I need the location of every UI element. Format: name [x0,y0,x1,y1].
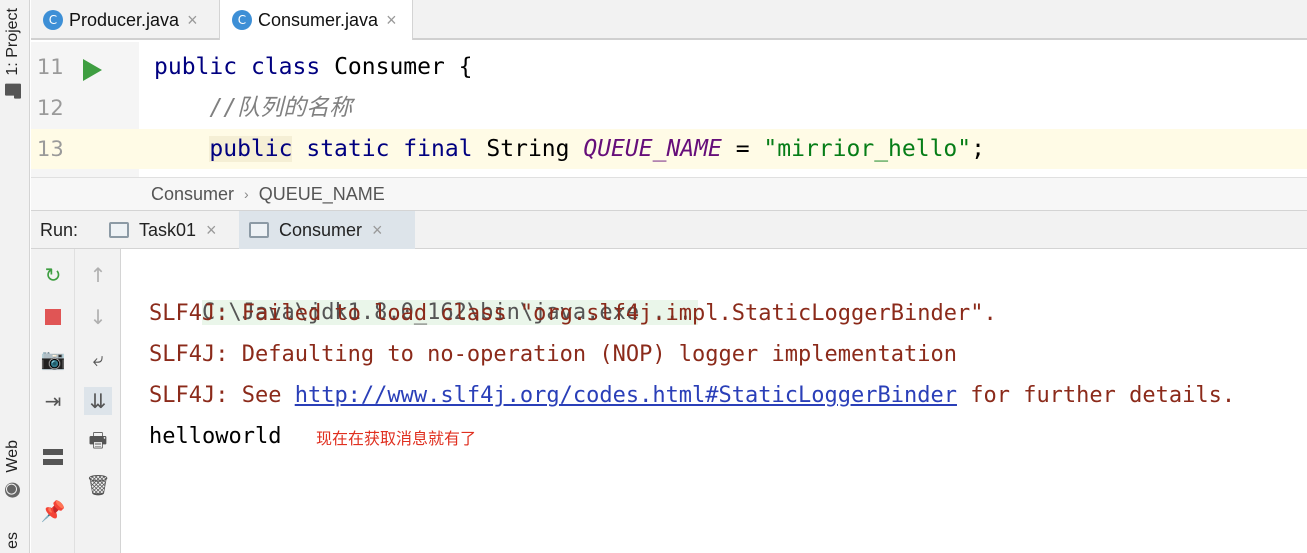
project-tool-tab[interactable]: 1: Project [4,8,22,102]
type-name: String [486,136,570,162]
exit-icon[interactable]: ⇥ [41,389,65,413]
layout-icon[interactable] [41,445,65,469]
line-number: 13 [37,137,64,161]
trash-icon[interactable]: 🗑 [85,473,110,497]
breadcrumb-field[interactable]: QUEUE_NAME [259,184,385,205]
comment: //队列的名称 [209,95,353,121]
keyword: class [250,54,321,80]
code-text: public static final String QUEUE_NAME = … [154,129,985,169]
code-text: public class Consumer { [154,47,473,87]
soft-wrap-icon[interactable]: ⤶ [86,347,110,371]
run-tab-consumer[interactable]: Consumer × [239,211,415,249]
keyword: public [154,54,238,80]
console-line: SLF4J: See http://www.slf4j.org/codes.ht… [149,376,1235,416]
keyword: public [209,136,293,162]
partial-tab-label: es [4,532,21,549]
scroll-to-end-icon[interactable]: ⇊ [84,387,112,415]
globe-icon [5,482,21,498]
run-gutter-icon[interactable] [83,59,102,81]
java-class-icon: C [43,10,63,30]
chevron-right-icon: › [244,186,249,202]
web-tool-tab[interactable]: Web [4,440,22,498]
left-tool-strip: 1: Project Web es [0,0,30,553]
constant-name: QUEUE_NAME [583,136,722,162]
code-line-current[interactable]: 13 public static final String QUEUE_NAME… [31,129,1307,169]
close-icon[interactable]: × [206,220,217,241]
code-line[interactable]: 11 public class Consumer { [31,47,1307,87]
slf4j-link[interactable]: http://www.slf4j.org/codes.html#StaticLo… [295,383,957,408]
close-icon[interactable]: × [386,10,397,31]
breadcrumb-class[interactable]: Consumer [151,184,234,205]
code-editor[interactable]: 11 public class Consumer { 12 //队列的名称 13… [31,42,1307,177]
web-tab-label: Web [4,440,21,473]
down-arrow-icon[interactable]: ↓ [86,305,110,329]
up-arrow-icon[interactable]: ↑ [86,263,110,287]
breadcrumb: Consumer › QUEUE_NAME [31,177,1307,211]
folder-icon [5,83,21,96]
console-output-line: helloworld [149,424,282,449]
console-output[interactable]: C:\Java\jdk1.8.0_162\bin\java.exe ... SL… [122,249,1307,553]
tab-producer-java[interactable]: C Producer.java × [31,0,211,40]
run-label: Run: [40,220,79,240]
tab-label: Consumer.java [258,9,379,30]
run-tab-task01[interactable]: Task01 × [99,211,231,249]
console-line: SLF4J: Failed to load class "org.slf4j.i… [149,301,997,326]
console-line: SLF4J: Defaulting to no-operation (NOP) … [149,342,957,367]
console-text: SLF4J: See [149,383,295,408]
stop-icon[interactable] [41,305,65,329]
keyword: final [403,136,473,162]
run-toolbar-secondary: ↑ ↓ ⤶ ⇊ 🖶 🗑 [75,249,121,553]
run-tool-header: Run: Task01 × Consumer × [31,211,1307,249]
annotation-note: 现在在获取消息就有了 [316,429,477,448]
tab-consumer-java[interactable]: C Consumer.java × [219,0,413,40]
string-literal: "mirrior_hello" [763,136,972,162]
project-tab-label: 1: Project [4,8,21,76]
java-class-icon: C [232,10,252,30]
run-toolbar-primary: ↻ 📷 ⇥ 📌 [31,249,75,553]
close-icon[interactable]: × [372,220,383,241]
pin-icon[interactable]: 📌 [41,499,66,523]
print-icon[interactable]: 🖶 [86,428,110,455]
operator: = [735,136,750,162]
console-icon [249,222,269,238]
partial-tool-tab[interactable]: es [4,532,22,549]
tab-label: Producer.java [69,9,180,30]
keyword: static [306,136,390,162]
close-icon[interactable]: × [187,10,198,31]
semicolon: ; [971,136,985,162]
run-tab-label: Task01 [139,219,197,240]
camera-icon[interactable]: 📷 [41,347,66,371]
editor-tab-bar: C Producer.java × C Consumer.java × [31,0,1307,40]
console-text: for further details. [956,383,1236,408]
code-line[interactable]: 12 //队列的名称 [31,88,1307,128]
console-icon [109,222,129,238]
rerun-icon[interactable]: ↻ [41,263,65,287]
line-number: 12 [37,96,64,120]
run-tab-label: Consumer [279,219,363,240]
code-text: //队列的名称 [154,88,352,128]
line-number: 11 [37,55,64,79]
class-name: Consumer { [334,54,473,80]
